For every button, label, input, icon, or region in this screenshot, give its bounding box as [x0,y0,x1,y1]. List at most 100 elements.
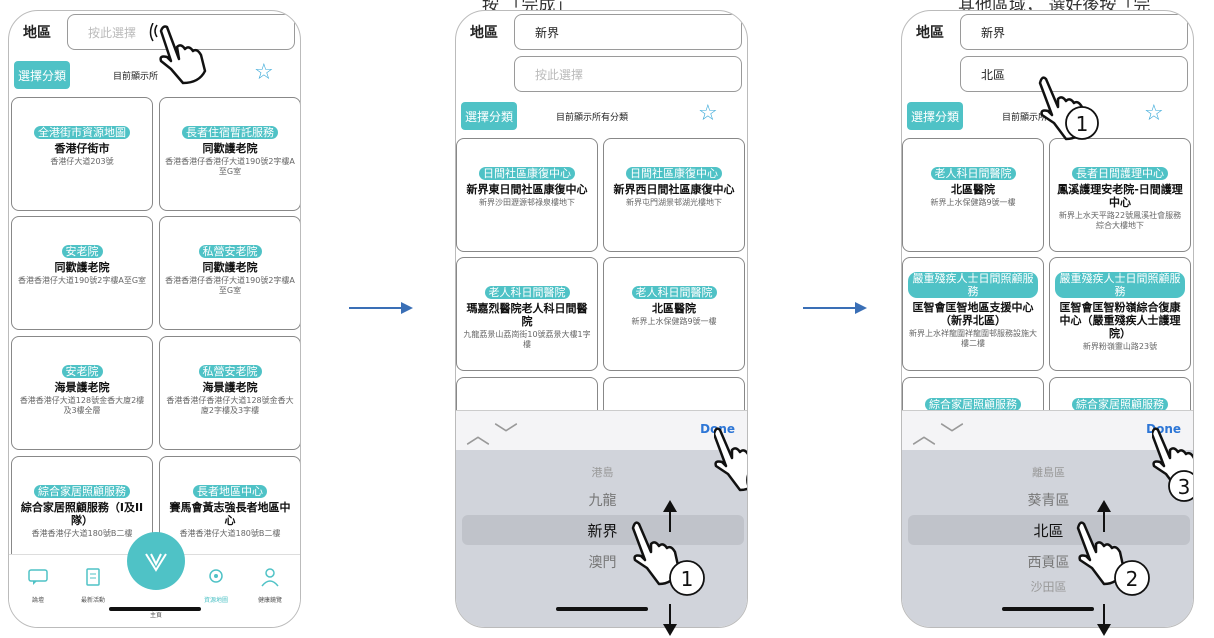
chevron-down-icon[interactable]: ﹀ [494,415,518,450]
card-address: 香港香港仔大道180號B二樓 [31,529,133,538]
select-category-button[interactable]: 選擇分類 [14,61,70,89]
tab-home[interactable]: 主頁 [127,610,185,619]
card-title: 北區醫院 [951,183,995,196]
card-address: 香港香港仔大道180號B二樓 [179,529,281,538]
card-title: 匡智會匡智地區支援中心（新界北區） [912,301,1034,327]
category-tag: 綜合家居照顧服務 [34,485,130,498]
service-card[interactable]: 私營安老院海景護老院香港香港仔香港仔大道128號金香大廈2字樓及3字樓 [159,336,300,450]
category-tag: 日間社區康復中心 [626,167,722,180]
card-address: 香港香港仔大道190號2字樓A至G室 [17,276,147,285]
category-tag: 私營安老院 [198,365,262,378]
tab-label: 論壇 [31,597,44,604]
category-tag: 全港街市資源地圖 [34,126,130,139]
tap-hand-icon: 2 [714,427,747,492]
card-address: 新界粉嶺靈山路23號 [1082,342,1158,351]
card-title: 賽馬會黃志強長者地區中心 [169,501,291,527]
boat-logo-icon [145,553,167,572]
card-title: 同歡護老院 [202,261,258,274]
step-number: 3 [1178,475,1191,499]
card-title: 同歡護老院 [202,142,258,155]
category-tag: 長者日間護理中心 [1072,167,1168,180]
picker-option[interactable]: 離島區 [902,464,1193,480]
home-indicator [109,607,201,611]
step-number: 1 [1076,112,1089,136]
category-tag: 老人科日間醫院 [930,167,1016,180]
tab-label: 健康鏡覽 [257,597,282,604]
service-card[interactable]: 嚴重殘疾人士日間照顧服務 匡智會匡智粉嶺綜合復康中心（嚴重殘疾人士護理院） 新界粉嶺… [1049,257,1191,371]
category-tag: 長者地區中心 [193,485,267,498]
service-card[interactable]: 全港街市資源地圖 香港仔街市香港仔大道203號 [11,97,153,211]
home-fab-button[interactable] [127,532,185,590]
person-icon [261,568,279,587]
picker-toolbar: ︿ ﹀ Done [456,410,747,450]
category-tag: 安老院 [61,245,103,258]
chevron-up-icon[interactable]: ︿ [912,415,936,450]
picker-option[interactable]: 九龍 [456,490,747,510]
favorite-star-icon[interactable]: ☆ [698,101,718,126]
picker-toolbar: ︿ ﹀ Done [902,410,1193,450]
select-category-button[interactable]: 選擇分類 [461,102,517,130]
tab-forum[interactable]: 論壇 [9,555,67,604]
service-card[interactable]: 安老院 海景護老院 香港香港仔大道128號金香大廈2樓及3樓全層 [11,336,153,450]
chat-icon [28,569,48,585]
card-title: 新界東日間社區康復中心 [466,183,588,196]
service-card[interactable]: 長者日間護理中心鳳溪護理安老院-日間護理中心新界上水天平路22號鳳溪社會服務綜合… [1049,138,1191,252]
region-select[interactable]: 新界 [514,14,742,50]
chevron-up-icon[interactable]: ︿ [466,415,490,450]
service-card[interactable]: 日間社區康復中心 新界西日間社區康復中心 新界屯門湖景邨湖光樓地下 [603,138,745,252]
category-tag: 老人科日間醫院 [484,286,570,299]
category-tag: 嚴重殘疾人士日間照顧服務 [1055,272,1185,298]
picker-option[interactable]: 港島 [456,464,747,480]
right-arrow-icon [803,302,867,314]
district-select[interactable]: 按此選擇 [514,56,742,92]
service-card[interactable]: 日間社區康復中心 新界東日間社區康復中心 新界沙田瀝源邨祿泉樓地下 [456,138,598,252]
picker-option[interactable]: 葵青區 [902,490,1193,510]
card-title: 香港仔街市 [54,142,110,155]
tab-label: 資源地圖 [203,597,228,604]
region-label: 地區 [470,25,498,41]
home-indicator [556,607,648,611]
service-card[interactable]: 安老院 同歡護老院 香港香港仔大道190號2字樓A至G室 [11,216,153,330]
card-address: 新界屯門湖景邨湖光樓地下 [626,198,722,207]
tab-health[interactable]: 健康鏡覽 [241,555,299,604]
show-all-text: 目前顯示所有分類 [556,113,629,123]
service-card[interactable]: 老人科日間醫院 瑪嘉烈醫院老人科日間醫院 九龍荔景山荔崗街10號荔景大樓1字樓 [456,257,598,371]
tap-hand-icon: 3 [1152,427,1193,502]
chevron-down-icon[interactable]: ﹀ [940,415,964,450]
tab-latest-events[interactable]: 最新活動 [64,555,122,604]
region-label: 地區 [916,25,944,41]
tap-hand-icon: 2 [1076,521,1150,596]
tab-label: 主頁 [149,612,162,619]
phone-screen-1: 地區 按此選擇 選擇分類 目前顯示所 ☆ 全港街市資源地圖 香港仔街市 香港仔大道2… [8,10,301,628]
card-title: 綜合家居照顧服務（I及II隊） [20,501,144,527]
map-pin-icon [209,569,223,583]
card-address: 香港香港仔香港仔大道128號金香大廈2字樓及3字樓 [166,396,294,415]
category-tag: 私營安老院 [198,245,262,258]
card-title: 鳳溪護理安老院-日間護理中心 [1057,183,1183,209]
region-select[interactable]: 新界 [960,14,1188,50]
service-card[interactable]: 長者住宿暫託服務 同歡護老院 香港香港仔香港仔大道190號2字樓A至G室 [159,97,300,211]
card-title: 海景護老院 [202,381,258,394]
card-address: 新界上水祥龍圍祥龍圍邨服務設施大樓二樓 [909,329,1037,348]
card-address: 新界沙田瀝源邨祿泉樓地下 [479,198,575,207]
card-address: 九龍荔景山荔崗街10號荔景大樓1字樓 [463,330,591,349]
service-card[interactable]: 老人科日間醫院 北區醫院新界上水保健路9號一樓 [902,138,1044,252]
card-address: 香港香港仔香港仔大道190號2字樓A至G室 [165,276,295,295]
card-address: 香港仔大道203號 [50,157,114,166]
tap-hand-icon [149,23,207,85]
region-label: 地區 [23,25,51,41]
service-card[interactable]: 嚴重殘疾人士日間照顧服務 匡智會匡智地區支援中心（新界北區） 新界上水祥龍圍祥龍圍邨… [902,257,1044,371]
card-address: 新界上水保健路9號一樓 [930,198,1016,207]
favorite-star-icon[interactable]: ☆ [254,60,274,85]
tap-hand-icon: 1 [1038,76,1099,141]
select-category-button[interactable]: 選擇分類 [907,102,963,130]
service-card[interactable]: 老人科日間醫院 北區醫院 新界上水保健路9號一樓 [603,257,745,371]
tab-resource-map[interactable]: 資源地圖 [187,555,245,604]
favorite-star-icon[interactable]: ☆ [1144,101,1164,126]
right-arrow-icon [349,302,413,314]
service-card[interactable]: 私營安老院同歡護老院香港香港仔香港仔大道190號2字樓A至G室 [159,216,300,330]
swipe-down-arrow-icon [1097,604,1111,636]
category-tag: 老人科日間醫院 [631,286,717,299]
card-address: 新界上水天平路22號鳳溪社會服務綜合大樓地下 [1058,211,1182,230]
tab-label: 最新活動 [80,597,105,604]
